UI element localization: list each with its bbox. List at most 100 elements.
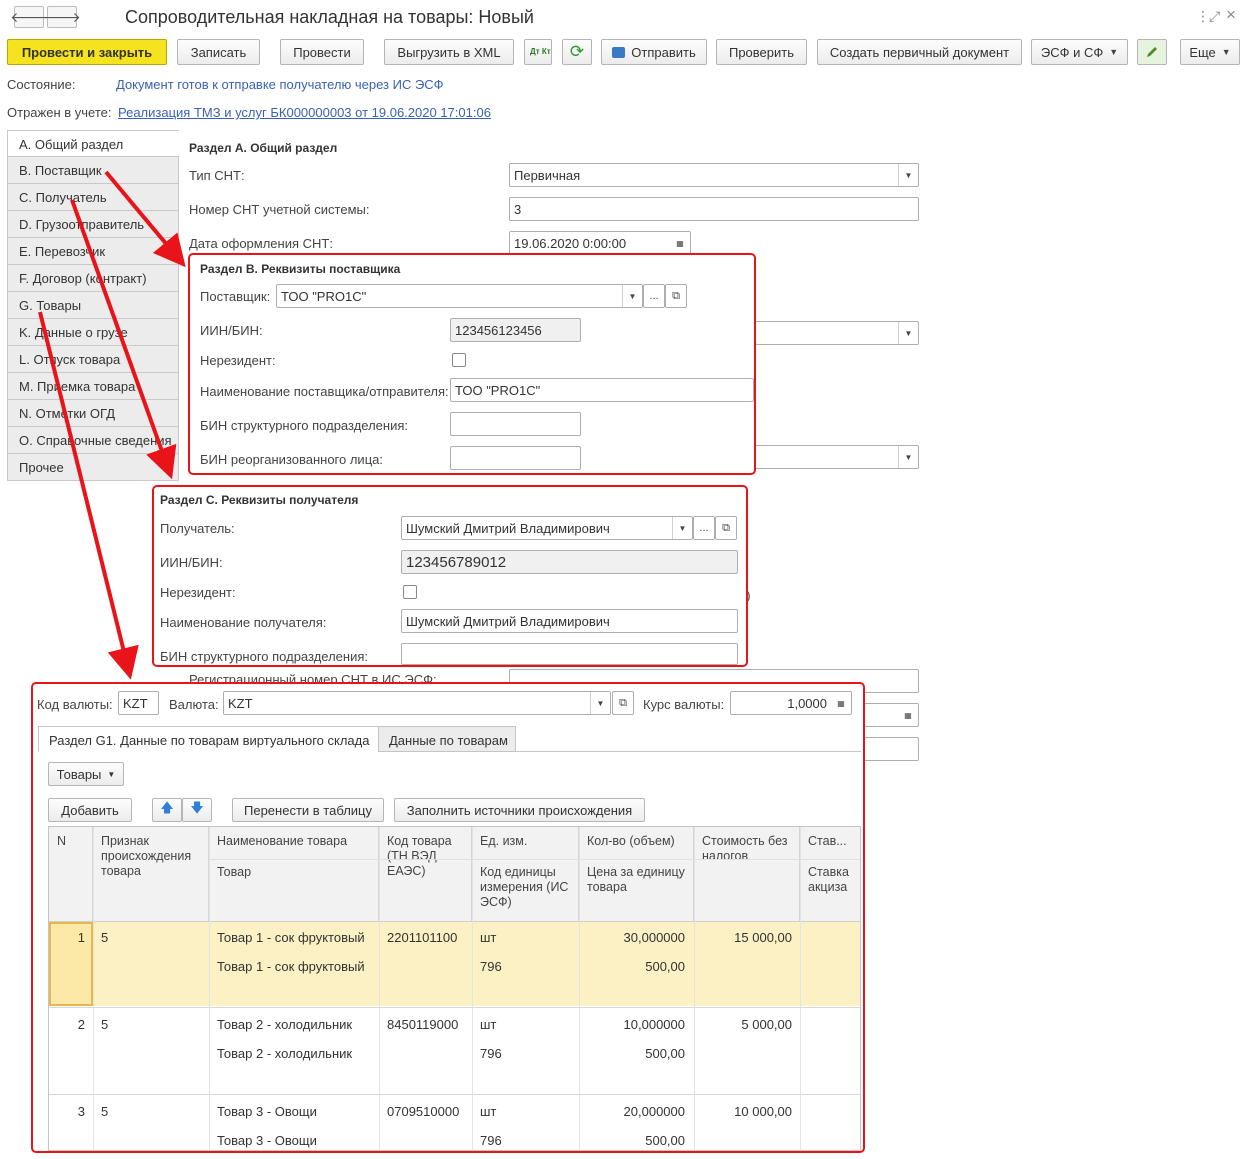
sidebar-item-section-n[interactable]: N. Отметки ОГД: [7, 400, 179, 427]
column-header-code[interactable]: Код товара (ТН ВЭД ЕАЭС): [379, 827, 472, 921]
restore-icon[interactable]: ⤢: [1209, 8, 1220, 25]
post-and-close-button[interactable]: Провести и закрыть: [7, 39, 167, 65]
supplier-nonresident-label: Нерезидент:: [200, 353, 276, 368]
row-unit-code: 796: [480, 1133, 502, 1148]
supplier-reorg-bin-input[interactable]: [450, 446, 581, 470]
currency-code-label: Код валюты:: [37, 697, 113, 712]
row-name: Товар 3 - Овощи: [217, 1104, 317, 1119]
sidebar-item-section-b[interactable]: B. Поставщик: [7, 157, 179, 184]
move-down-button[interactable]: 🡇: [182, 798, 212, 822]
send-icon: [612, 46, 626, 58]
move-to-table-button[interactable]: Перенести в таблицу: [232, 798, 384, 822]
post-button[interactable]: Провести: [280, 39, 364, 65]
tab-g1-virtual-warehouse[interactable]: Раздел G1. Данные по товарам виртуальног…: [38, 726, 379, 752]
row-code: 2201101100: [387, 930, 458, 945]
column-header-n[interactable]: N: [49, 827, 93, 921]
close-icon[interactable]: ×: [1226, 5, 1236, 25]
column-header-rate-text: Став...: [808, 834, 847, 848]
chevron-down-icon[interactable]: ▼: [898, 164, 918, 186]
currency-open-icon[interactable]: ⧉: [612, 691, 634, 715]
supplier-name-label: Наименование поставщика/отправителя:: [200, 384, 449, 399]
sidebar-item-section-l[interactable]: L. Отпуск товара: [7, 346, 179, 373]
recipient-iin-input[interactable]: 123456789012: [401, 550, 738, 574]
sidebar-item-other[interactable]: Прочее: [7, 454, 179, 481]
recipient-struct-bin-input[interactable]: [401, 643, 738, 665]
sidebar-item-section-a[interactable]: A. Общий раздел: [7, 130, 179, 157]
sidebar-item-section-m[interactable]: M. Приемка товара: [7, 373, 179, 400]
sidebar-item-section-d[interactable]: D. Грузоотправитель: [7, 211, 179, 238]
chevron-down-icon[interactable]: ▼: [672, 517, 692, 539]
refresh-button[interactable]: ⟳: [562, 39, 592, 65]
table-row[interactable]: 2 5 Товар 2 - холодильник Товар 2 - холо…: [49, 1009, 860, 1094]
column-header-unit[interactable]: Ед. изм. Код единицы измерения (ИС ЭСФ): [472, 827, 579, 921]
chevron-down-icon[interactable]: ▼: [898, 322, 918, 344]
page-title: Сопроводительная накладная на товары: Но…: [125, 7, 534, 27]
supplier-pick-button[interactable]: ...: [643, 284, 665, 308]
column-header-price: Цена за единицу товара: [587, 865, 685, 894]
recipient-name-input[interactable]: Шумский Дмитрий Владимирович: [401, 609, 738, 633]
dt-kt-button[interactable]: Дт Кт: [524, 39, 552, 65]
check-button[interactable]: Проверить: [716, 39, 807, 65]
tab-goods-data[interactable]: Данные по товарам: [378, 726, 516, 752]
reflected-document-link[interactable]: Реализация ТМЗ и услуг БК000000003 от 19…: [118, 105, 491, 120]
currency-code-input[interactable]: KZT: [118, 691, 159, 715]
table-row[interactable]: 3 5 Товар 3 - Овощи Товар 3 - Овощи 0709…: [49, 1096, 860, 1150]
export-xml-button[interactable]: Выгрузить в XML: [384, 39, 514, 65]
sidebar-item-section-g[interactable]: G. Товары: [7, 292, 179, 319]
column-header-rate[interactable]: Став... Ставка акциза: [800, 827, 860, 921]
supplier-struct-bin-input[interactable]: [450, 412, 581, 436]
recipient-open-icon[interactable]: ⧉: [715, 516, 737, 540]
chevron-down-icon[interactable]: ▼: [590, 692, 610, 714]
esf-sf-dropdown[interactable]: ЭСФ и СФ ▼: [1031, 39, 1128, 65]
recipient-nonresident-checkbox[interactable]: [403, 585, 417, 599]
save-button[interactable]: Записать: [177, 39, 260, 65]
section-c-highlight: Раздел C. Реквизиты получателя Получател…: [152, 485, 748, 667]
supplier-select[interactable]: ТОО "PRO1C" ▼: [276, 284, 643, 308]
row-price: 500,00: [645, 1133, 685, 1148]
hidden-date-input[interactable]: ▦: [862, 703, 919, 727]
hidden-select-2[interactable]: ▼: [755, 445, 919, 469]
recipient-pick-button[interactable]: ...: [693, 516, 715, 540]
edit-button[interactable]: [1137, 39, 1167, 65]
fill-origin-sources-button[interactable]: Заполнить источники происхождения: [394, 798, 645, 822]
supplier-name-input[interactable]: ТОО "PRO1C": [450, 378, 754, 402]
state-value-link[interactable]: Документ готов к отправке получателю чер…: [116, 77, 444, 92]
goods-menu-dropdown[interactable]: Товары ▼: [48, 762, 124, 786]
supplier-nonresident-checkbox[interactable]: [452, 353, 466, 367]
column-header-cost[interactable]: Стоимость без налогов: [694, 827, 800, 921]
sidebar-item-section-c[interactable]: C. Получатель: [7, 184, 179, 211]
snt-number-input[interactable]: 3: [509, 197, 919, 221]
snt-date-input[interactable]: 19.06.2020 0:00:00 ▦: [509, 231, 691, 255]
snt-type-select[interactable]: Первичная ▼: [509, 163, 919, 187]
column-header-origin[interactable]: Признак происхождения товара: [93, 827, 209, 921]
calendar-icon[interactable]: ▦: [670, 232, 690, 254]
sidebar-item-section-o[interactable]: O. Справочные сведения: [7, 427, 179, 454]
column-header-name[interactable]: Наименование товара Товар: [209, 827, 379, 921]
back-button[interactable]: 🡐: [10, 6, 48, 28]
sidebar-item-section-f[interactable]: F. Договор (контракт): [7, 265, 179, 292]
table-row[interactable]: 1 5 Товар 1 - сок фруктовый Товар 1 - со…: [49, 922, 860, 1006]
column-header-qty[interactable]: Кол-во (объем) Цена за единицу товара: [579, 827, 694, 921]
sidebar-item-section-e[interactable]: E. Перевозчик: [7, 238, 179, 265]
supplier-open-icon[interactable]: ⧉: [665, 284, 687, 308]
chevron-down-icon[interactable]: ▼: [622, 285, 642, 307]
supplier-iin-input[interactable]: 123456123456: [450, 318, 581, 342]
create-primary-document-button[interactable]: Создать первичный документ: [817, 39, 1022, 65]
recipient-select[interactable]: Шумский Дмитрий Владимирович ▼: [401, 516, 693, 540]
hidden-select-1[interactable]: ▼: [755, 321, 919, 345]
rate-input[interactable]: 1,0000 ▦: [730, 691, 852, 715]
move-up-button[interactable]: 🡅: [152, 798, 182, 822]
add-button[interactable]: Добавить: [48, 798, 132, 822]
more-dropdown[interactable]: Еще ▼: [1180, 39, 1240, 65]
calendar-icon[interactable]: ▦: [898, 704, 918, 726]
calculator-icon[interactable]: ▦: [831, 692, 851, 714]
hidden-input[interactable]: [862, 737, 919, 761]
chevron-down-icon[interactable]: ▼: [898, 446, 918, 468]
currency-select[interactable]: KZT ▼: [223, 691, 611, 715]
forward-button[interactable]: 🡒: [43, 6, 81, 28]
more-menu-icon[interactable]: ⋮: [1196, 8, 1210, 25]
arrow-right-icon: 🡒: [43, 8, 81, 25]
send-button[interactable]: Отправить: [601, 39, 707, 65]
sidebar-item-section-k[interactable]: K. Данные о грузе: [7, 319, 179, 346]
send-label: Отправить: [631, 44, 696, 60]
